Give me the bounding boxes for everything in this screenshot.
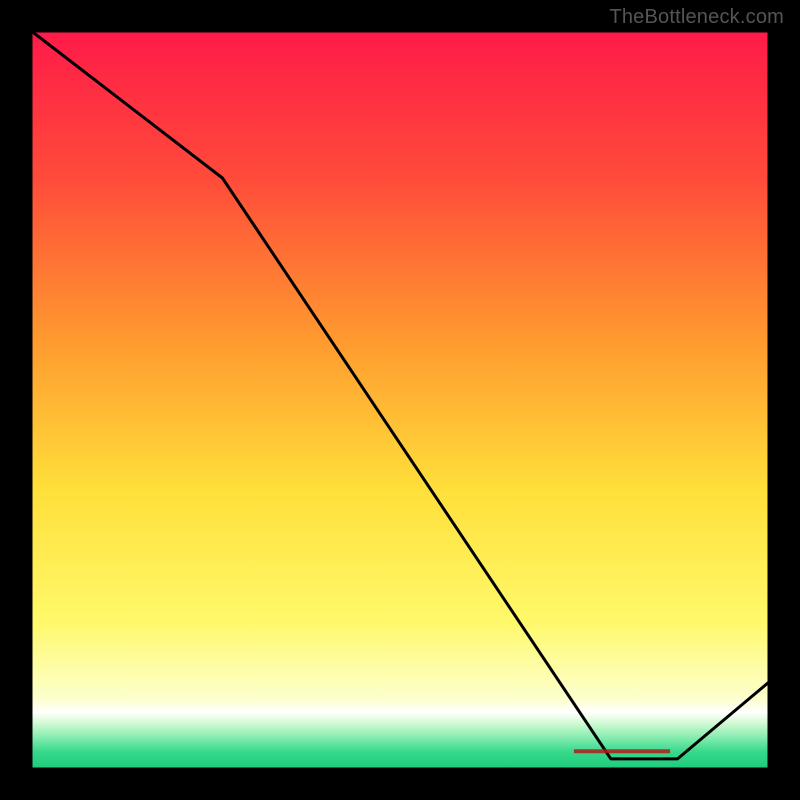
chart-container: TheBottleneck.com bbox=[0, 0, 800, 800]
bottleneck-chart bbox=[0, 0, 800, 800]
